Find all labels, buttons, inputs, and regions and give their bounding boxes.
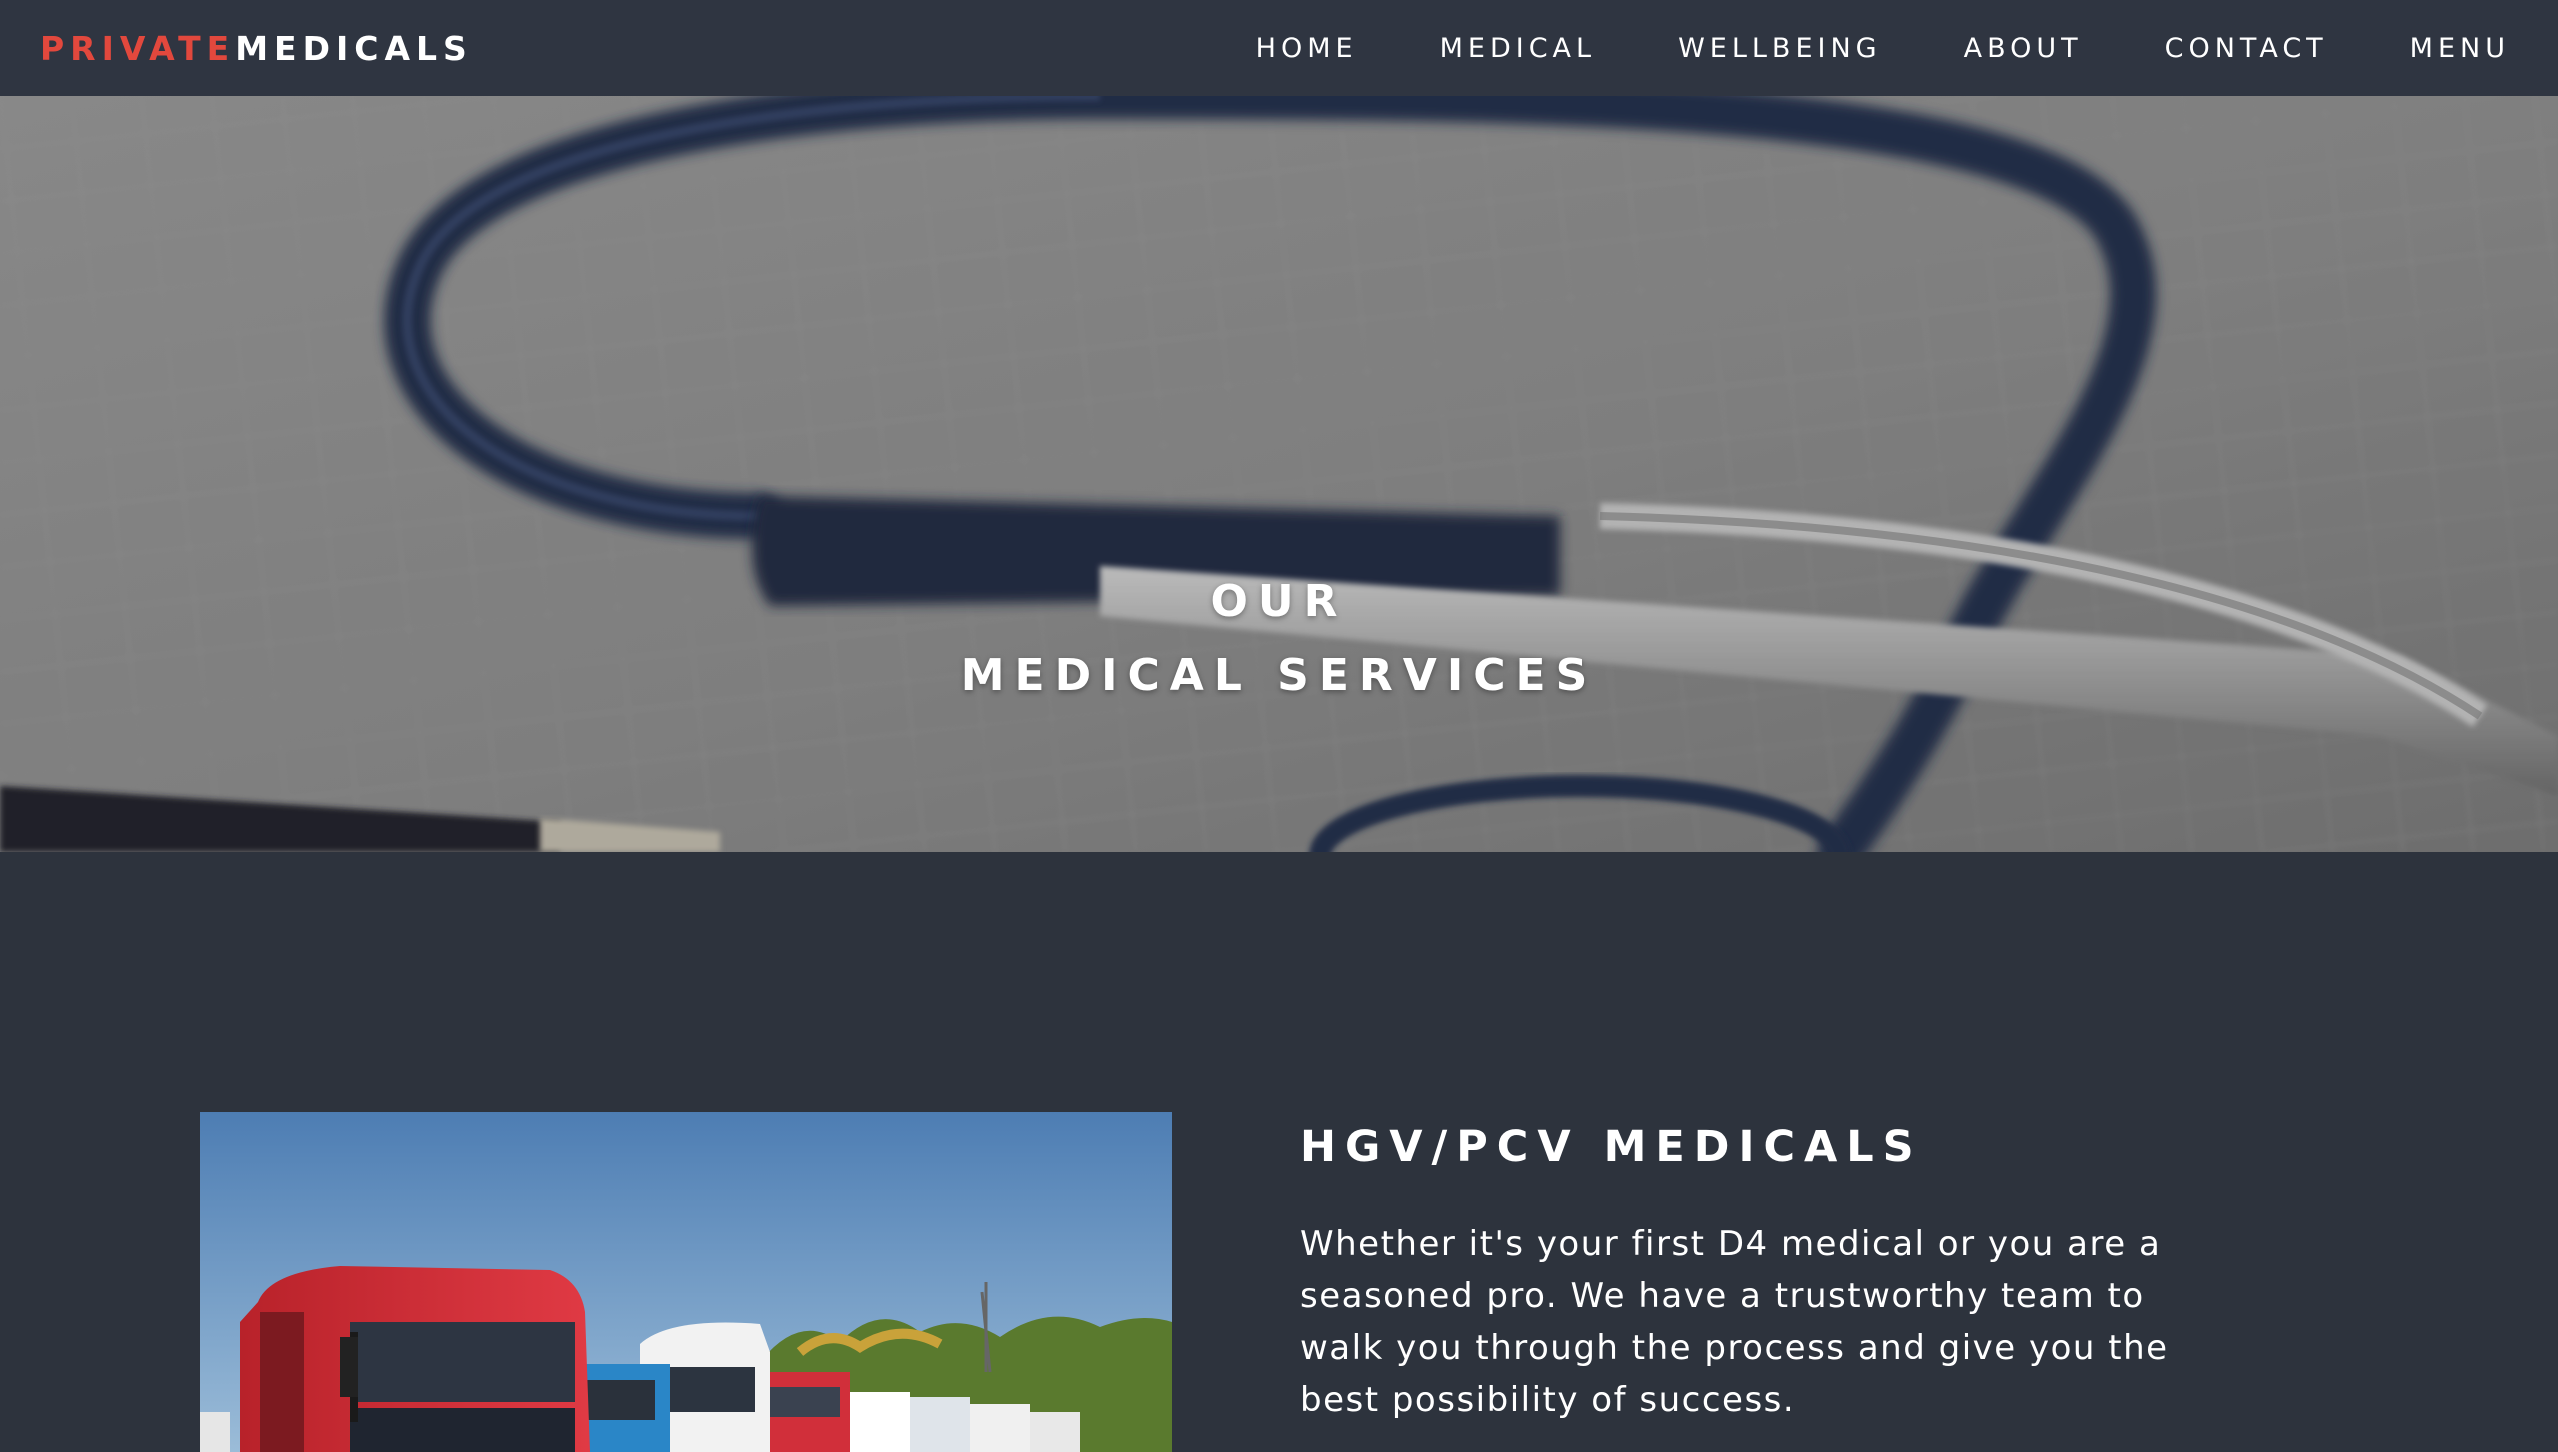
hero-heading-line-1: OUR	[1210, 576, 1348, 628]
service-description: Whether it's your first D4 medical or yo…	[1300, 1224, 2169, 1420]
hgv-trucks-image	[200, 1112, 1172, 1452]
services-section: HGV/PCV MEDICALS Whether it's your first…	[0, 852, 2558, 1452]
hero-banner: OUR MEDICAL SERVICES	[0, 96, 2558, 852]
main-nav: HOME MEDICAL WELLBEING ABOUT CONTACT MEN…	[1174, 33, 2510, 64]
nav-menu-link[interactable]: MENU	[2410, 33, 2510, 64]
site-logo[interactable]: PRIVATE MEDICALS	[40, 29, 473, 68]
top-nav-bar: PRIVATE MEDICALS HOME MEDICAL WELLBEING A…	[0, 0, 2558, 96]
nav-contact-link[interactable]: CONTACT	[2165, 33, 2328, 64]
logo-text-medicals: MEDICALS	[235, 28, 473, 68]
nav-about-link[interactable]: ABOUT	[1964, 33, 2083, 64]
service-title: HGV/PCV MEDICALS	[1300, 1122, 1923, 1172]
trucks-illustration	[200, 1112, 1172, 1452]
service-info: HGV/PCV MEDICALS Whether it's your first…	[1300, 1122, 2200, 1426]
hero-stethoscope-image	[0, 96, 2558, 852]
nav-wellbeing-link[interactable]: WELLBEING	[1678, 33, 1882, 64]
logo-text-private: PRIVATE	[40, 28, 236, 68]
hero-heading: OUR MEDICAL SERVICES	[0, 565, 2558, 713]
hero-heading-line-2: MEDICAL SERVICES	[960, 650, 1598, 702]
nav-medical-link[interactable]: MEDICAL	[1440, 33, 1596, 64]
nav-home-link[interactable]: HOME	[1256, 33, 1358, 64]
